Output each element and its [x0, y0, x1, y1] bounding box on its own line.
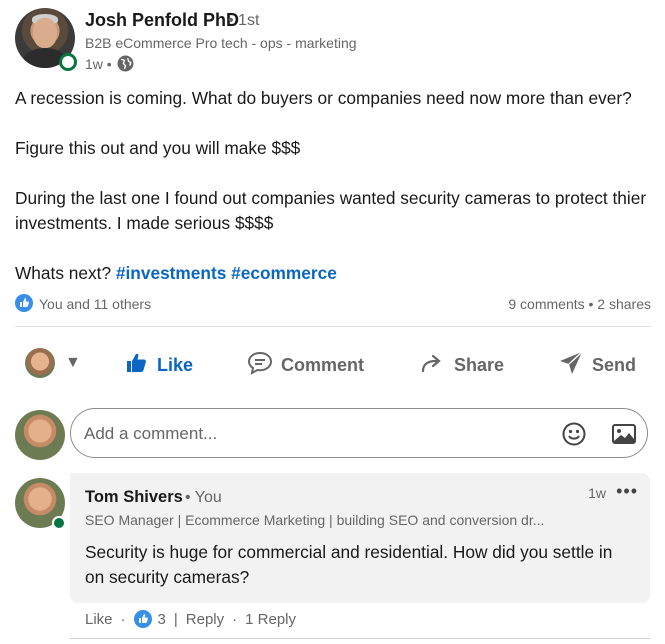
reactions-summary[interactable]: You and 11 others: [39, 296, 151, 312]
comment-actions: Like · 3 | Reply · 1 Reply: [85, 610, 296, 628]
send-icon: [558, 350, 584, 381]
like-label: Like: [157, 354, 194, 375]
separator: |: [173, 610, 178, 628]
commenter-avatar[interactable]: [15, 410, 65, 460]
like-button[interactable]: Like: [125, 348, 193, 382]
comment-timestamp: 1w: [588, 485, 606, 501]
comments-shares-count[interactable]: 9 comments • 2 shares: [508, 296, 651, 312]
share-label: Share: [454, 354, 505, 375]
post-time-text: 1w •: [85, 55, 112, 72]
comment-reply-count[interactable]: 1 Reply: [245, 611, 296, 628]
like-thumb-icon: [125, 351, 149, 380]
divider: [15, 326, 651, 327]
comment-label: Comment: [281, 354, 365, 375]
post-paragraph-hashtags: Whats next? #investments #ecommerce: [15, 261, 655, 286]
author-name[interactable]: Josh Penfold PhD: [85, 10, 239, 31]
image-icon[interactable]: [611, 421, 637, 452]
divider: [70, 638, 650, 639]
comment-input[interactable]: Add a comment...: [70, 408, 648, 458]
comment-like-count[interactable]: 3: [158, 611, 166, 628]
like-reaction-icon: [133, 610, 152, 628]
comment-icon: [247, 351, 273, 380]
connection-degree: • 1st: [228, 12, 260, 29]
separator: ·: [232, 610, 238, 628]
post-body: A recession is coming. What do buyers or…: [15, 86, 655, 286]
hashtag-link[interactable]: #ecommerce: [231, 263, 337, 283]
comment-button[interactable]: Comment: [247, 348, 364, 382]
emoji-icon[interactable]: [561, 421, 587, 452]
comment-reply-button[interactable]: Reply: [186, 611, 224, 628]
post-paragraph: Figure this out and you will make $$$: [15, 138, 301, 158]
send-label: Send: [592, 354, 637, 375]
post-action-bar: ▼ Like Comment Share Send: [15, 340, 651, 390]
share-icon: [420, 351, 446, 380]
comment-text: Security is huge for commercial and resi…: [85, 542, 613, 587]
comment-placeholder[interactable]: Add a comment...: [84, 424, 217, 444]
comment-like-button[interactable]: Like: [85, 611, 113, 628]
post-timestamp: 1w •: [85, 55, 134, 72]
online-status-icon: [59, 53, 77, 71]
like-reaction-icon: [15, 294, 33, 312]
actor-avatar[interactable]: [25, 348, 55, 378]
post-paragraph: A recession is coming. What do buyers or…: [15, 88, 632, 108]
comment-author-you: • You: [185, 489, 222, 506]
comment-card: Tom Shivers • You 1w ••• SEO Manager | E…: [70, 473, 650, 603]
post-paragraph: During the last one I found out companie…: [15, 188, 647, 233]
share-button[interactable]: Share: [420, 348, 504, 382]
post-text: Whats next?: [15, 263, 112, 283]
hashtag-link[interactable]: #investments: [116, 263, 226, 283]
caret-down-icon[interactable]: ▼: [65, 354, 81, 372]
globe-icon: [117, 55, 134, 72]
author-headline: B2B eCommerce Pro tech - ops - marketing: [85, 35, 357, 51]
more-icon[interactable]: •••: [616, 481, 638, 502]
send-button[interactable]: Send: [558, 348, 636, 382]
comment-author-name[interactable]: Tom Shivers: [85, 488, 183, 507]
comment-author-headline: SEO Manager | Ecommerce Marketing | buil…: [85, 512, 545, 528]
online-status-icon: [52, 516, 66, 530]
separator: ·: [120, 610, 126, 628]
social-counts: You and 11 others 9 comments • 2 shares: [15, 294, 651, 318]
